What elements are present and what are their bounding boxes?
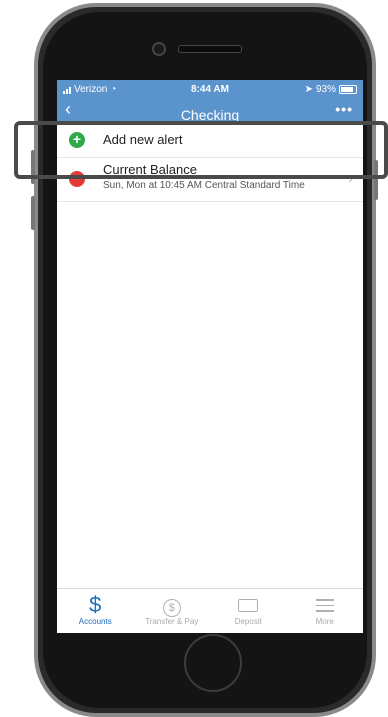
battery-icon	[339, 85, 357, 94]
tab-more[interactable]: More	[287, 589, 364, 633]
tab-label: Deposit	[234, 617, 262, 626]
status-bar: Verizon ◔ 8:44 AM ➤ 93%	[57, 80, 363, 99]
speaker-grille	[178, 45, 242, 53]
volume-button	[31, 196, 35, 230]
status-right: ➤ 93%	[305, 84, 357, 95]
battery-percent: 93%	[315, 84, 336, 95]
tab-accounts[interactable]: $ Accounts	[57, 589, 134, 633]
highlight-box	[14, 121, 388, 179]
transfer-icon: $	[134, 593, 211, 617]
location-icon: ➤	[304, 84, 313, 95]
alert-schedule: Sun, Mon at 10:45 AM Central Standard Ti…	[103, 180, 305, 191]
tab-bar: $ Accounts $ Transfer & Pay Deposit More	[57, 588, 363, 633]
tab-label: More	[315, 617, 334, 626]
tab-label: Accounts	[78, 617, 112, 626]
home-button[interactable]	[184, 634, 242, 692]
tab-label: Transfer & Pay	[145, 617, 199, 626]
nav-bar: ‹ Checking •••	[57, 99, 363, 123]
dollar-icon: $	[89, 592, 102, 617]
check-deposit-icon	[210, 593, 287, 617]
tab-transfer-pay[interactable]: $ Transfer & Pay	[134, 589, 211, 633]
more-options-icon[interactable]: •••	[335, 101, 353, 117]
menu-icon	[287, 593, 364, 617]
tab-deposit[interactable]: Deposit	[210, 589, 287, 633]
camera-icon	[152, 42, 166, 56]
